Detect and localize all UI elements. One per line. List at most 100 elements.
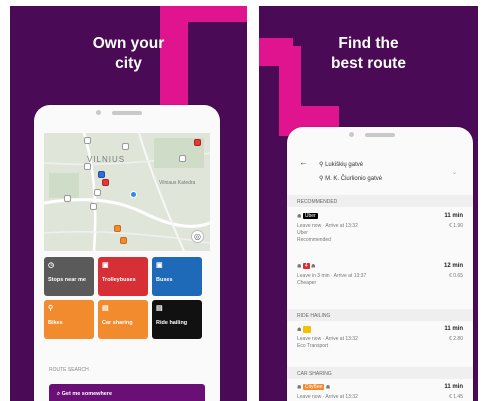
promo-panel-right: Find the best route ← ⚲ Lukiškių gatvė ⚲… — [259, 6, 478, 401]
phone-camera — [349, 132, 354, 137]
route-price: € 2.80 — [449, 336, 463, 342]
car-icon: ▤ — [102, 305, 109, 312]
tile-car-sharing[interactable]: ▤ Car sharing — [98, 300, 148, 339]
phone-speaker — [112, 111, 142, 115]
map-stop-pin[interactable] — [98, 171, 105, 178]
back-arrow-icon[interactable]: ← — [299, 157, 308, 167]
map-stop-pin[interactable] — [90, 203, 97, 210]
route-price: € 0.65 — [449, 273, 463, 279]
route-price: € 1.90 — [449, 223, 463, 229]
map-stop-pin[interactable] — [84, 163, 91, 170]
route-header: ← ⚲ Lukiškių gatvė ⚲ M. K. Čiurlionio ga… — [297, 151, 463, 187]
route-detail: Cheaper — [297, 280, 317, 286]
bike-icon: ⚲ — [48, 305, 54, 312]
walk-icon: ☗ — [297, 263, 302, 270]
map-stop-pin[interactable] — [122, 143, 129, 150]
tile-label: Trolleybuses — [102, 277, 136, 283]
tile-ride-hailing[interactable]: ▤ Ride hailing — [152, 300, 202, 339]
decor-stripe — [180, 6, 247, 22]
decor-stripe — [289, 106, 339, 128]
current-location-dot — [130, 191, 137, 198]
route-option[interactable]: ☗ Uber Leave now · Arrive at 13:32 Uber … — [297, 213, 463, 261]
map-view[interactable]: VILNIUS Vilniaus Katedra ◎ — [44, 133, 210, 251]
headline-line: best route — [331, 55, 406, 72]
route-modes: ☗ 4 ☗ — [297, 263, 316, 269]
origin-label: Lukiškių gatvė — [325, 162, 364, 168]
taxi-icon: ▤ — [156, 305, 163, 312]
tile-buses[interactable]: ▣ Buses — [152, 257, 202, 296]
walk-icon: ☗ — [297, 326, 302, 333]
map-stop-pin[interactable] — [102, 179, 109, 186]
headline: Own your city — [10, 34, 247, 74]
walk-icon: ☗ — [311, 263, 316, 270]
route-option[interactable]: ☗ 4 ☗ Leave in 3 min · Arrive at 13:37 C… — [297, 263, 463, 303]
walk-icon: ☗ — [325, 384, 331, 391]
tile-label: Ride hailing — [156, 320, 188, 326]
origin-field[interactable]: ⚲ Lukiškių gatvė — [319, 161, 363, 168]
map-stop-pin[interactable] — [84, 137, 91, 144]
tile-label: Bikes — [48, 320, 63, 326]
map-stop-pin[interactable] — [179, 155, 186, 162]
route-price: € 1.45 — [449, 394, 463, 400]
map-street-label: Vilniaus Katedra — [159, 180, 196, 186]
section-car-sharing: CAR SHARING — [287, 367, 473, 379]
headline: Find the best route — [259, 34, 478, 74]
route-detail: Leave now · Arrive at 13:32 — [297, 394, 358, 400]
transport-tiles: ◷ Stops near me ▣ Trolleybuses ▣ Buses ⚲… — [44, 257, 210, 339]
phone-speaker — [365, 133, 395, 137]
route-option[interactable]: ☗ Leave now · Arrive at 13:32 Eco Transp… — [297, 326, 463, 362]
route-modes: ☗ — [297, 326, 311, 333]
route-duration: 11 min — [444, 326, 463, 332]
search-icon: ⌕ — [57, 391, 61, 397]
tile-stops-near-me[interactable]: ◷ Stops near me — [44, 257, 94, 296]
route-duration: 11 min — [444, 384, 463, 390]
clock-icon: ◷ — [48, 262, 55, 269]
map-stop-pin[interactable] — [194, 139, 201, 146]
tile-trolleybuses[interactable]: ▣ Trolleybuses — [98, 257, 148, 296]
route-detail: Recommended — [297, 237, 331, 243]
route-duration: 12 min — [443, 263, 463, 269]
map-stop-pin[interactable] — [94, 189, 101, 196]
map-stop-pin[interactable] — [114, 225, 121, 232]
phone-mockup: VILNIUS Vilniaus Katedra ◎ ◷ Stops near … — [34, 105, 220, 401]
headline-line: Find the — [338, 35, 399, 52]
pin-icon: ⚲ — [319, 162, 324, 168]
map-roads — [44, 133, 210, 251]
tile-label: Stops near me — [48, 277, 86, 283]
headline-line: Own your — [92, 35, 165, 52]
locate-me-icon[interactable]: ◎ — [191, 230, 204, 243]
map-stop-pin[interactable] — [64, 195, 71, 202]
route-option[interactable]: ☗ CityBee ☗ Leave now · Arrive at 13:32 … — [297, 384, 463, 401]
trolleybus-icon: ▣ — [102, 262, 109, 269]
route-detail: Eco Transport — [297, 343, 329, 349]
destination-field[interactable]: ⚲ M. K. Čiurlionio gatvė — [319, 175, 382, 182]
screenshot-collage: Own your city VILNIUS Vilniaus Katedra ◎… — [0, 0, 484, 401]
headline-line: city — [115, 55, 142, 72]
chevron-down-icon[interactable]: ⌄ — [452, 169, 457, 176]
route-detail: Leave now · Arrive at 13:32 — [297, 223, 358, 229]
route-modes: ☗ CityBee ☗ — [297, 384, 330, 390]
map-city-label: VILNIUS — [87, 155, 126, 164]
phone-mockup: ← ⚲ Lukiškių gatvė ⚲ M. K. Čiurlionio ga… — [287, 127, 473, 401]
route-detail: Uber — [297, 230, 308, 236]
taxi-badge — [302, 326, 311, 333]
route-modes: ☗ Uber — [297, 213, 318, 219]
pin-icon: ⚲ — [319, 176, 324, 182]
map-stop-pin[interactable] — [120, 237, 127, 244]
route-search-label: ROUTE SEARCH — [49, 367, 89, 373]
tile-label: Buses — [156, 277, 173, 283]
promo-panel-left: Own your city VILNIUS Vilniaus Katedra ◎… — [10, 6, 247, 401]
route-detail: Leave in 3 min · Arrive at 13:37 — [297, 273, 367, 279]
walk-icon: ☗ — [297, 213, 302, 220]
trolleybus-badge: 4 — [302, 263, 310, 269]
tile-bikes[interactable]: ⚲ Bikes — [44, 300, 94, 339]
get-me-somewhere-button[interactable]: ⌕ Get me somewhere — [49, 384, 205, 401]
phone-camera — [96, 110, 101, 115]
route-detail: Leave now · Arrive at 13:32 — [297, 336, 358, 342]
walk-icon: ☗ — [297, 384, 302, 391]
citybee-badge: CityBee — [302, 384, 325, 390]
route-duration: 11 min — [444, 213, 463, 219]
tile-label: Car sharing — [102, 320, 133, 326]
destination-label: M. K. Čiurlionio gatvė — [325, 176, 383, 182]
button-label: Get me somewhere — [61, 391, 113, 397]
